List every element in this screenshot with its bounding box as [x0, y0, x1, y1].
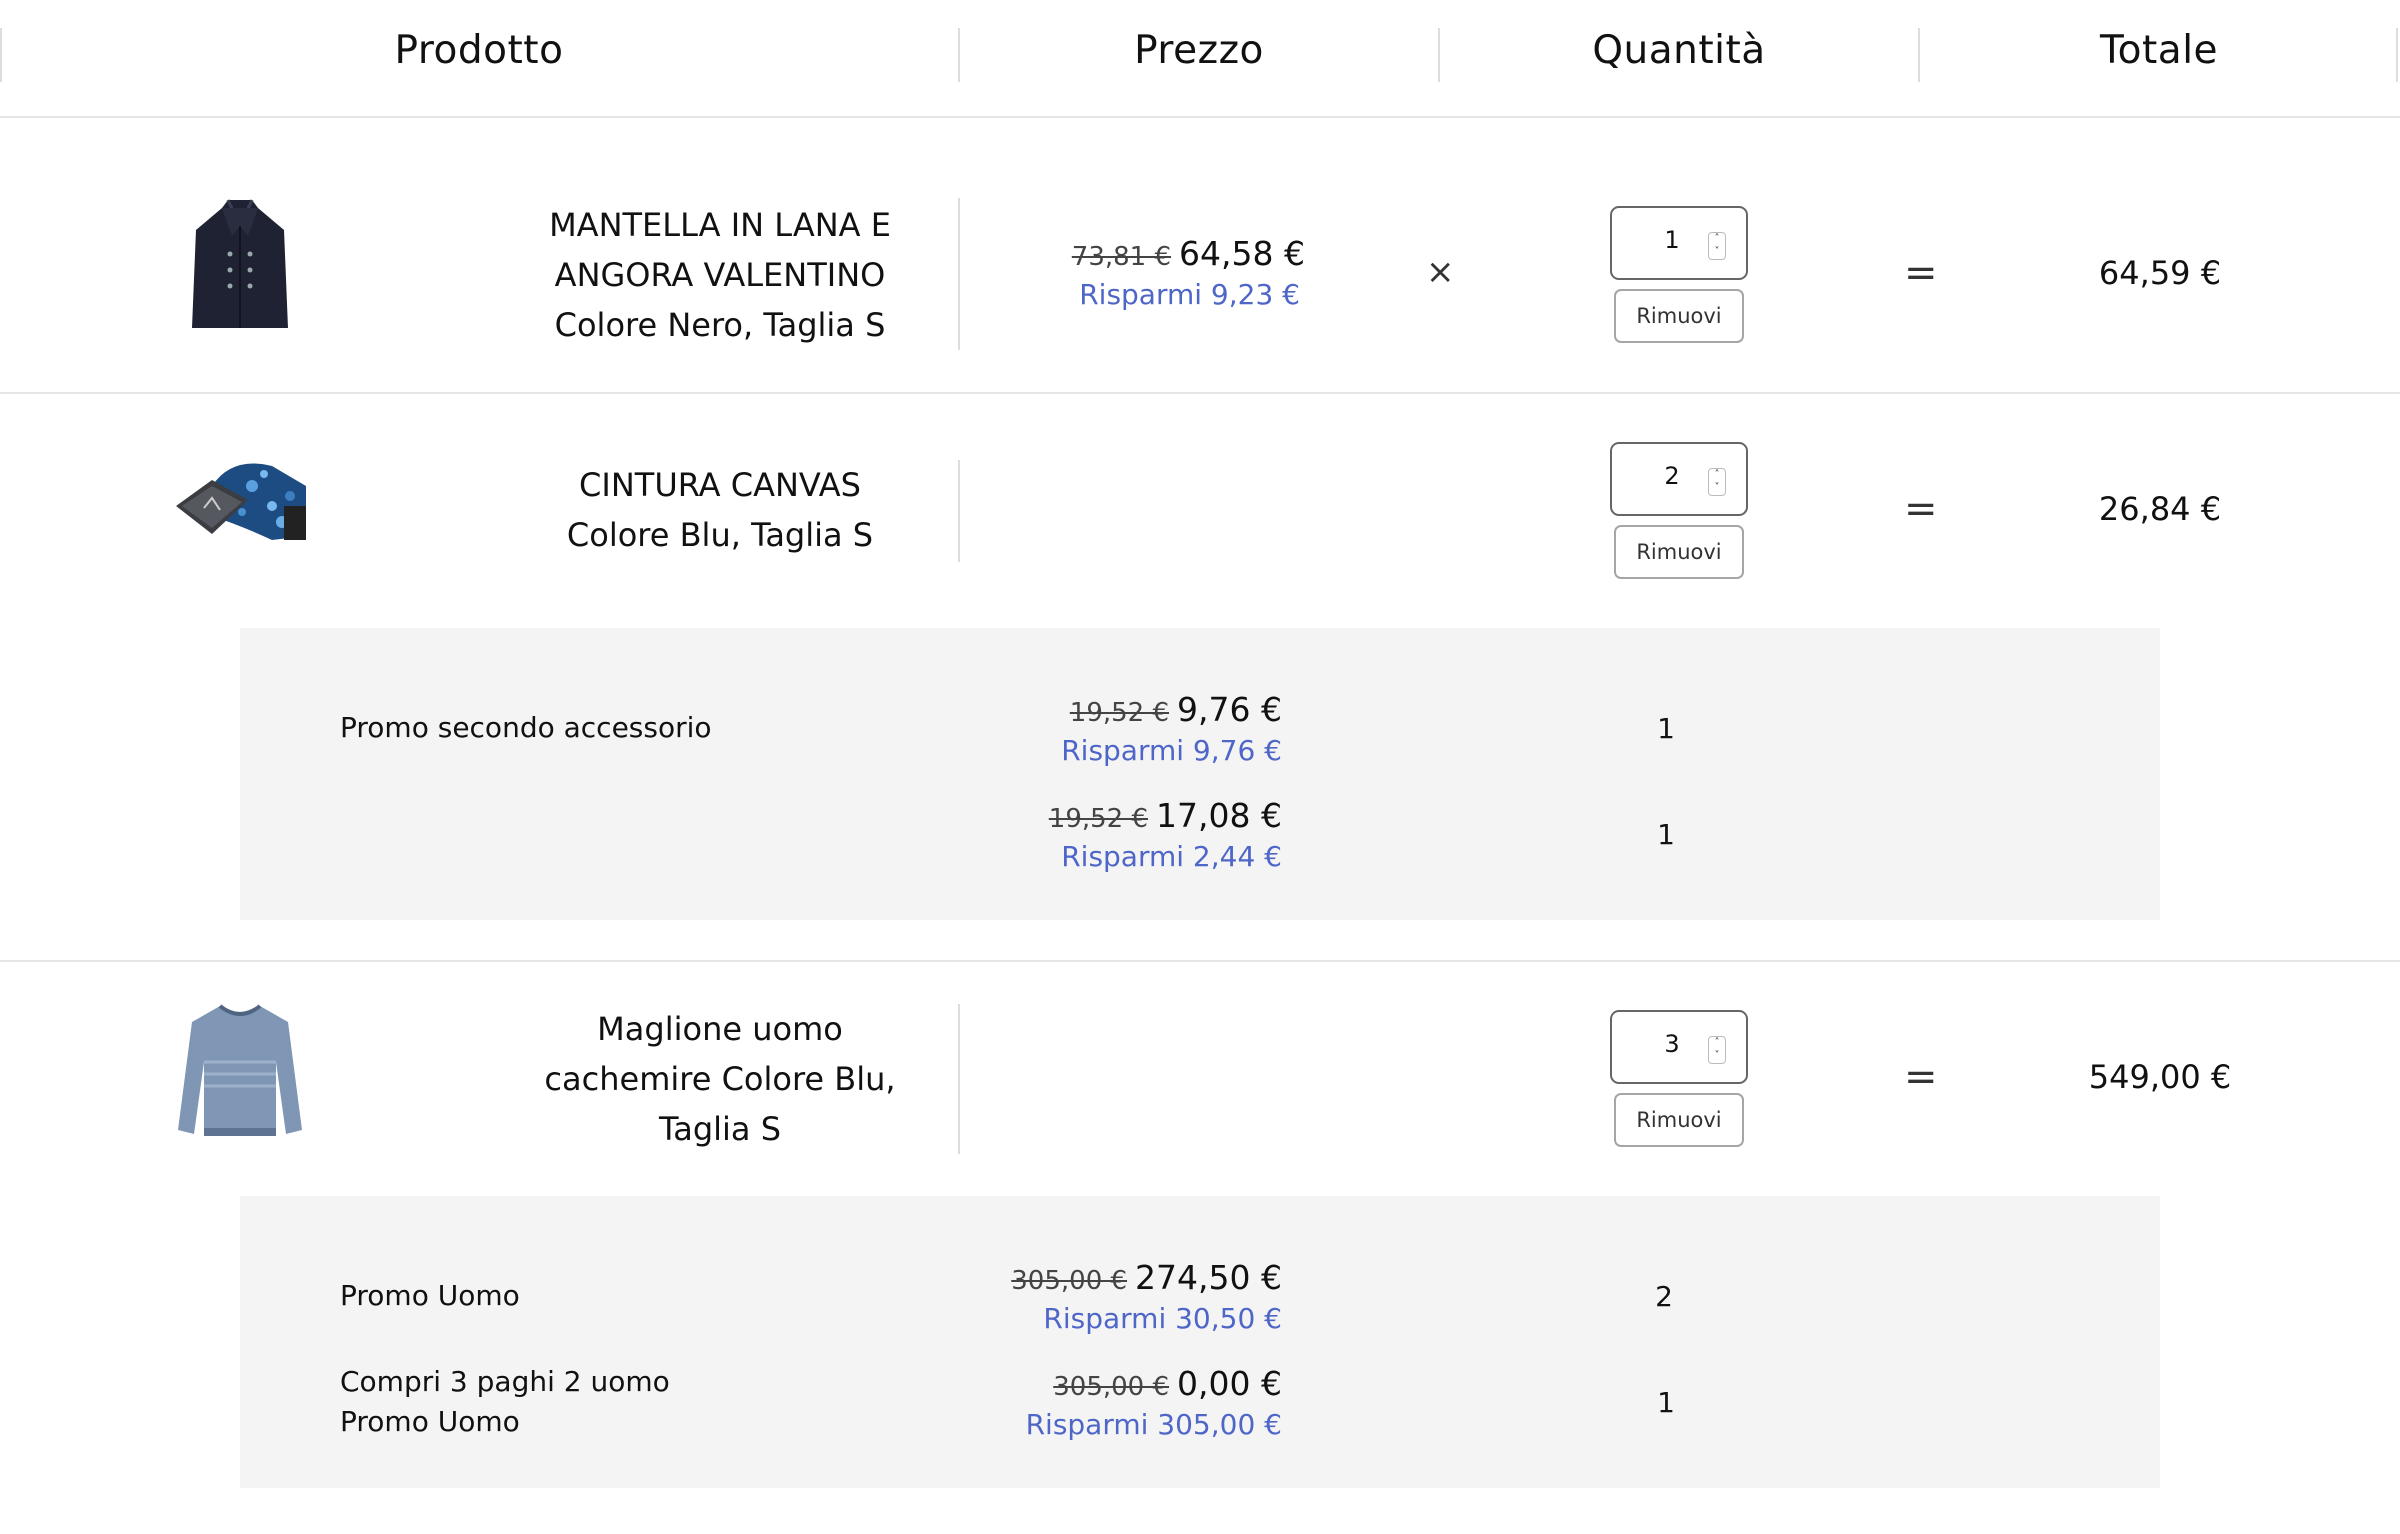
multiply-sign: × — [1426, 252, 1455, 292]
product-name-line: Maglione uomo — [597, 1010, 843, 1048]
sweater-image[interactable] — [176, 1002, 304, 1140]
chevron-down-icon[interactable]: ˅ — [1711, 246, 1723, 258]
equals-sign: = — [1904, 486, 1938, 532]
promo-price: 305,00 €0,00 € — [600, 1364, 1282, 1403]
product-name-line: Taglia S — [658, 1110, 782, 1148]
quantity-value: 2 — [1664, 462, 1680, 490]
row-divider — [0, 392, 2400, 394]
product-name-line: ANGORA VALENTINO — [554, 256, 886, 294]
chevron-down-icon[interactable]: ˅ — [1711, 482, 1723, 494]
column-divider — [2396, 28, 2398, 82]
saving: Risparmi 9,76 € — [1061, 734, 1282, 767]
chevron-down-icon[interactable]: ˅ — [1711, 1050, 1723, 1062]
product-name-line: cachemire Colore Blu, — [544, 1060, 896, 1098]
quantity-stepper[interactable]: 1 ˄ ˅ — [1610, 206, 1748, 280]
equals-sign: = — [1904, 1054, 1938, 1100]
product-name[interactable]: CINTURA CANVAS Colore Blu, Taglia S — [480, 460, 960, 560]
product-name[interactable]: Maglione uomo cachemire Colore Blu, Tagl… — [480, 1004, 960, 1154]
promo-quantity: 1 — [1657, 712, 1675, 745]
row-divider — [0, 960, 2400, 962]
promo-label: Promo Uomo — [340, 1279, 520, 1312]
coat-image[interactable] — [192, 196, 288, 334]
product-name-line: Colore Blu, Taglia S — [566, 516, 874, 554]
line-total: 549,00 € — [2088, 1058, 2232, 1096]
header-quantity: Quantità — [1592, 28, 1766, 73]
saving: Risparmi 305,00 € — [1025, 1408, 1282, 1441]
remove-button[interactable]: Rimuovi — [1614, 525, 1744, 579]
promo-price: 19,52 €9,76 € — [600, 690, 1282, 729]
promo-quantity: 2 — [1655, 1280, 1673, 1313]
spin-buttons[interactable]: ˄ ˅ — [1708, 232, 1726, 260]
spin-buttons[interactable]: ˄ ˅ — [1708, 1036, 1726, 1064]
old-price: 19,52 € — [1048, 804, 1149, 834]
current-price: 64,58 € — [1179, 234, 1305, 273]
current-price: 17,08 € — [1156, 796, 1282, 835]
saving: Risparmi 2,44 € — [1061, 840, 1282, 873]
old-price: 305,00 € — [1053, 1372, 1170, 1402]
quantity-stepper[interactable]: 3 ˄ ˅ — [1610, 1010, 1748, 1084]
belt-image[interactable] — [172, 456, 306, 546]
promo-panel: Promo Uomo 305,00 €274,50 € Risparmi 30,… — [240, 1196, 2160, 1488]
chevron-up-icon[interactable]: ˄ — [1711, 469, 1723, 481]
header-total: Totale — [2099, 28, 2219, 73]
remove-button[interactable]: Rimuovi — [1614, 1093, 1744, 1147]
product-name-line: CINTURA CANVAS — [579, 466, 861, 504]
current-price: 9,76 € — [1177, 690, 1282, 729]
column-divider — [958, 198, 960, 350]
header-product: Prodotto — [394, 28, 564, 73]
product-name-line: MANTELLA IN LANA E — [549, 206, 891, 244]
old-price: 19,52 € — [1069, 698, 1170, 728]
promo-price: 305,00 €274,50 € — [600, 1258, 1282, 1297]
saving: Risparmi 9,23 € — [1079, 278, 1300, 311]
chevron-up-icon[interactable]: ˄ — [1711, 1037, 1723, 1049]
remove-button[interactable]: Rimuovi — [1614, 289, 1744, 343]
product-name[interactable]: MANTELLA IN LANA E ANGORA VALENTINO Colo… — [480, 200, 960, 350]
promo-panel: Promo secondo accessorio 19,52 €9,76 € R… — [240, 628, 2160, 920]
promo-price: 19,52 €17,08 € — [600, 796, 1282, 835]
old-price: 305,00 € — [1011, 1266, 1128, 1296]
header-divider — [0, 116, 2400, 118]
price: 73,81 €64,58 € — [960, 234, 1305, 273]
header-price: Prezzo — [1134, 28, 1264, 73]
saving: Risparmi 30,50 € — [1043, 1302, 1282, 1335]
promo-quantity: 1 — [1657, 818, 1675, 851]
spin-buttons[interactable]: ˄ ˅ — [1708, 468, 1726, 496]
product-name-line: Colore Nero, Taglia S — [554, 306, 886, 344]
promo-quantity: 1 — [1657, 1386, 1675, 1419]
quantity-value: 1 — [1664, 226, 1680, 254]
line-total: 26,84 € — [2098, 490, 2222, 528]
old-price: 73,81 € — [1071, 242, 1172, 272]
chevron-up-icon[interactable]: ˄ — [1711, 233, 1723, 245]
current-price: 0,00 € — [1177, 1364, 1282, 1403]
column-divider — [958, 460, 960, 562]
equals-sign: = — [1904, 250, 1938, 296]
current-price: 274,50 € — [1135, 1258, 1282, 1297]
quantity-stepper[interactable]: 2 ˄ ˅ — [1610, 442, 1748, 516]
column-divider — [958, 1004, 960, 1154]
line-total: 64,59 € — [2098, 254, 2222, 292]
quantity-value: 3 — [1664, 1030, 1680, 1058]
